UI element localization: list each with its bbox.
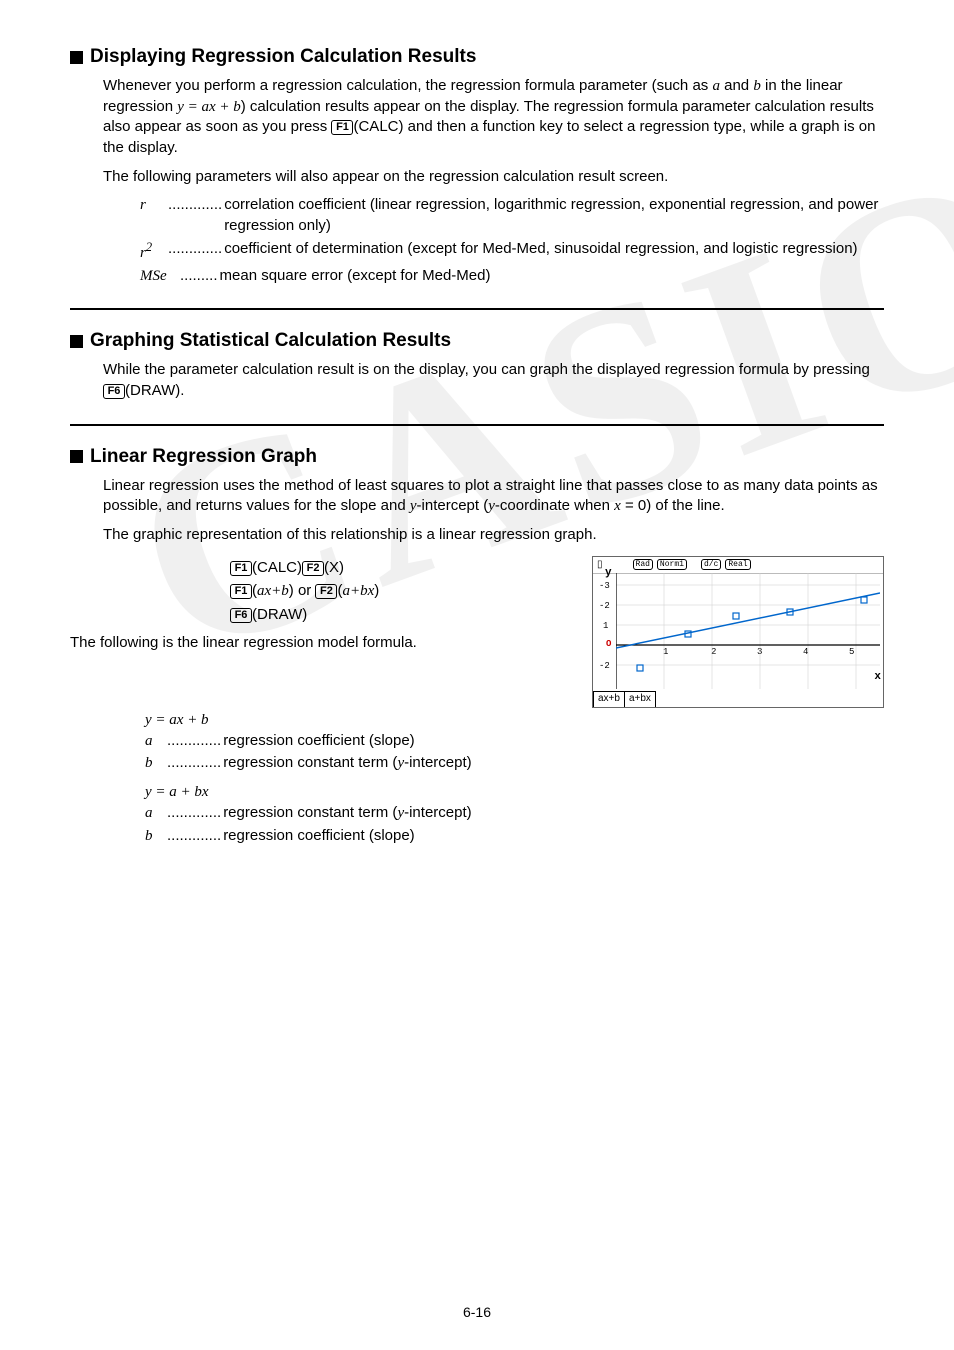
ytick: -3: [599, 581, 610, 591]
s1-p1a: Whenever you perform a regression calcul…: [103, 77, 712, 94]
m2-b-txt: regression coefficient (slope): [223, 826, 884, 847]
ytick: -2: [599, 661, 610, 671]
model1-formula: y = ax + b: [145, 712, 884, 729]
calculator-screen: ▯ Rad Norm1 d/c Real y x -3 -2 1 O -2 1 …: [592, 556, 884, 708]
s3-p1d: = 0) of the line.: [621, 497, 725, 514]
y-axis-label: y: [605, 567, 612, 579]
sym-b: b: [145, 826, 167, 847]
f1-key-icon: F1: [230, 584, 252, 599]
s3-p1c: -coordinate when: [495, 497, 614, 514]
step-abx: a+bx: [342, 583, 374, 599]
param-r-txt: correlation coefficient (linear regressi…: [224, 195, 884, 236]
section2-body: While the parameter calculation result i…: [103, 360, 884, 401]
page-number: 6-16: [0, 1304, 954, 1320]
f1-key-icon: F1: [230, 561, 252, 576]
dots: .............: [167, 731, 221, 752]
separator: [70, 424, 884, 426]
section2-title-text: Graphing Statistical Calculation Results: [90, 330, 451, 352]
s3-x: x: [614, 498, 621, 514]
sym-a: a: [145, 803, 167, 824]
f2-key-icon: F2: [315, 584, 337, 599]
badge: Real: [725, 559, 750, 570]
section1-title: Displaying Regression Calculation Result…: [70, 46, 884, 68]
f2-key-icon: F2: [302, 561, 324, 576]
step-axb: ax+b: [257, 583, 289, 599]
m1-a-txt: regression coefficient (slope): [223, 731, 884, 752]
f6-key-icon: F6: [230, 608, 252, 623]
ytick: 1: [603, 621, 608, 631]
s3-y1: y: [410, 498, 417, 514]
param-mse-txt: mean square error (except for Med-Med): [220, 266, 884, 287]
origin-label: O: [606, 639, 611, 649]
param-r-sym: r: [140, 195, 168, 236]
section3-body: Linear regression uses the method of lea…: [103, 476, 884, 546]
dots: .............: [167, 826, 221, 847]
s1-b: b: [753, 78, 761, 94]
model-intro: The following is the linear regression m…: [70, 634, 582, 651]
sym-a: a: [145, 731, 167, 752]
plot-svg: [616, 573, 880, 689]
section1-body: Whenever you perform a regression calcul…: [103, 76, 884, 187]
ytick: -2: [599, 601, 610, 611]
param-r2-txt: coefficient of determination (except for…: [224, 239, 884, 264]
s2-draw: (DRAW).: [125, 382, 184, 399]
badge: d/c: [701, 559, 721, 570]
dots: .........: [180, 266, 218, 287]
dots: .............: [167, 753, 221, 774]
dots: .............: [168, 239, 222, 264]
separator: [70, 308, 884, 310]
dots: .............: [168, 195, 222, 236]
s1-param-list: r ............. correlation coefficient …: [140, 195, 884, 286]
square-bullet-icon: [70, 335, 83, 348]
step-x: (X): [324, 559, 344, 576]
step-calc: (CALC): [252, 559, 302, 576]
screen-tab[interactable]: a+bx: [624, 691, 656, 707]
step-or: or: [294, 582, 316, 599]
s2-p1a: While the parameter calculation result i…: [103, 361, 870, 378]
param-r2-sym: r2: [140, 239, 168, 264]
screen-tab[interactable]: ax+b: [593, 691, 624, 707]
param-mse-sym: MSe: [140, 266, 180, 287]
key-sequence: F1(CALC)F2(X) F1(ax+b) or F2(a+bx) F6(DR…: [230, 556, 582, 627]
s1-eq: y = ax + b: [177, 99, 241, 115]
f1-key-icon: F1: [331, 120, 353, 135]
step-draw: (DRAW): [252, 606, 307, 623]
dots: .............: [167, 803, 221, 824]
square-bullet-icon: [70, 51, 83, 64]
s3-p2: The graphic representation of this relat…: [103, 526, 597, 543]
model2-formula: y = a + bx: [145, 784, 884, 801]
sym-b: b: [145, 753, 167, 774]
m2-a-txt: regression constant term (y-intercept): [223, 803, 884, 824]
screen-footer: ax+b a+bx: [593, 691, 883, 707]
section3-title: Linear Regression Graph: [70, 446, 884, 468]
battery-icon: ▯: [597, 559, 603, 571]
s3-y2: y: [488, 498, 495, 514]
section2-title: Graphing Statistical Calculation Results: [70, 330, 884, 352]
m1-b-txt: regression constant term (y-intercept): [223, 753, 884, 774]
s1-a: a: [712, 78, 720, 94]
screen-titlebar: ▯ Rad Norm1 d/c Real: [593, 557, 883, 574]
model1-params: a ............. regression coefficient (…: [145, 731, 884, 774]
badge: Rad: [633, 559, 653, 570]
s1-and: and: [720, 77, 753, 94]
section3-title-text: Linear Regression Graph: [90, 446, 317, 468]
badge: Norm1: [657, 559, 687, 570]
section1-title-text: Displaying Regression Calculation Result…: [90, 46, 476, 68]
s3-p1b: -intercept (: [417, 497, 489, 514]
model2-params: a ............. regression constant term…: [145, 803, 884, 846]
square-bullet-icon: [70, 450, 83, 463]
s1-p2: The following parameters will also appea…: [103, 168, 668, 185]
f6-key-icon: F6: [103, 384, 125, 399]
